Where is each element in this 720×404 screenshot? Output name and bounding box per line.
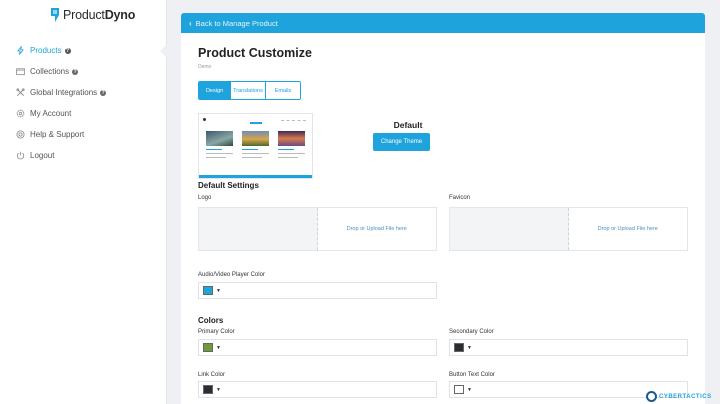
caret-down-icon: ▼ — [216, 344, 221, 351]
button-text-color-swatch — [454, 385, 464, 394]
logo-upload-zone[interactable]: Drop or Upload File here — [198, 207, 437, 251]
primary-color-label: Primary Color — [198, 329, 235, 335]
sidebar-item-my-account[interactable]: My Account — [0, 103, 167, 124]
help-icon[interactable]: ? — [100, 89, 107, 96]
preview-line — [278, 157, 298, 158]
favicon-label: Favicon — [449, 195, 471, 201]
bolt-icon — [16, 46, 25, 55]
favicon-upload-zone[interactable]: Drop or Upload File here — [449, 207, 688, 251]
preview-brand-bar — [250, 122, 262, 124]
secondary-color-label: Secondary Color — [449, 329, 494, 335]
sidebar-item-label: Products — [30, 46, 62, 55]
tab-design[interactable]: Design — [199, 82, 230, 99]
player-color-label: Audio/Video Player Color — [198, 272, 265, 278]
preview-line — [278, 153, 305, 154]
gear-icon — [16, 109, 25, 118]
link-color-swatch — [203, 385, 213, 394]
watermark-logo-icon — [646, 391, 657, 402]
secondary-color-swatch — [454, 343, 464, 352]
page-subtitle: Demo — [198, 64, 212, 70]
tab-translations[interactable]: Translations — [230, 82, 265, 99]
preview-menu — [281, 120, 306, 121]
sidebar-item-label: Logout — [30, 151, 55, 160]
default-settings-heading: Default Settings — [198, 181, 259, 190]
preview-image — [278, 131, 305, 146]
sidebar-item-label: Global Integrations — [30, 88, 98, 97]
back-link[interactable]: ‹ Back to Manage Product — [181, 13, 705, 33]
tab-emails[interactable]: Emails — [265, 82, 300, 99]
tab-bar: Design Translations Emails — [198, 81, 301, 100]
caret-down-icon: ▼ — [216, 287, 221, 294]
sidebar-item-label: Help & Support — [30, 130, 85, 139]
link-color-picker[interactable]: ▼ — [198, 381, 437, 398]
caret-down-icon: ▼ — [216, 386, 221, 393]
sidebar-item-label: My Account — [30, 109, 72, 118]
watermark: CYBERTACTICS — [646, 389, 720, 404]
caret-down-icon: ▼ — [467, 344, 472, 351]
preview-line — [242, 157, 262, 158]
caret-down-icon: ▼ — [467, 386, 472, 393]
preview-logo-dot — [203, 118, 206, 121]
preview-footer-bar — [199, 175, 312, 178]
sidebar-item-label: Collections — [30, 67, 70, 76]
preview-line — [206, 149, 222, 150]
lifebuoy-icon — [16, 130, 25, 139]
sidebar-nav: Products ? Collections ? Global Integrat… — [0, 40, 168, 166]
change-theme-button[interactable]: Change Theme — [373, 133, 430, 151]
preview-line — [242, 149, 258, 150]
sidebar: ProductDyno Products ? Collections ? Glo… — [0, 0, 168, 404]
sidebar-item-logout[interactable]: Logout — [0, 145, 167, 166]
brand-logo[interactable]: ProductDyno — [50, 6, 135, 24]
primary-color-picker[interactable]: ▼ — [198, 339, 437, 356]
preview-line — [278, 149, 294, 150]
sidebar-item-global-integrations[interactable]: Global Integrations ? — [0, 82, 167, 103]
logo-label: Logo — [198, 195, 212, 201]
preview-line — [206, 153, 233, 154]
page-title: Product Customize — [198, 46, 312, 60]
preview-column — [275, 131, 308, 158]
watermark-text: CYBERTACTICS — [659, 393, 712, 400]
active-indicator — [160, 43, 168, 59]
preview-column — [239, 131, 272, 158]
player-color-picker[interactable]: ▼ — [198, 282, 437, 299]
brand-logo-icon — [51, 8, 59, 22]
help-icon[interactable]: ? — [64, 47, 71, 54]
sidebar-item-products[interactable]: Products ? — [0, 40, 168, 61]
player-color-swatch — [203, 286, 213, 295]
preview-image — [206, 131, 233, 146]
preview-image — [242, 131, 269, 146]
back-link-label: Back to Manage Product — [195, 18, 278, 28]
favicon-preview-area — [450, 208, 569, 250]
power-icon — [16, 151, 25, 160]
favicon-upload-text[interactable]: Drop or Upload File here — [569, 208, 688, 250]
chevron-left-icon: ‹ — [189, 18, 192, 28]
preview-column — [203, 131, 236, 158]
preview-line — [242, 153, 269, 154]
sidebar-item-collections[interactable]: Collections ? — [0, 61, 167, 82]
secondary-color-picker[interactable]: ▼ — [449, 339, 688, 356]
theme-preview — [198, 113, 313, 179]
button-text-color-label: Button Text Color — [449, 372, 495, 378]
help-icon[interactable]: ? — [72, 68, 79, 75]
colors-heading: Colors — [198, 316, 224, 325]
primary-color-swatch — [203, 343, 213, 352]
preview-line — [206, 157, 226, 158]
main-card: ‹ Back to Manage Product Product Customi… — [181, 13, 705, 404]
logo-upload-text[interactable]: Drop or Upload File here — [318, 208, 437, 250]
theme-name: Default — [393, 120, 423, 130]
folder-icon — [16, 67, 25, 76]
tools-icon — [16, 88, 25, 97]
link-color-label: Link Color — [198, 372, 226, 378]
sidebar-item-help-support[interactable]: Help & Support — [0, 124, 167, 145]
logo-preview-area — [199, 208, 318, 250]
brand-name: ProductDyno — [63, 8, 136, 22]
